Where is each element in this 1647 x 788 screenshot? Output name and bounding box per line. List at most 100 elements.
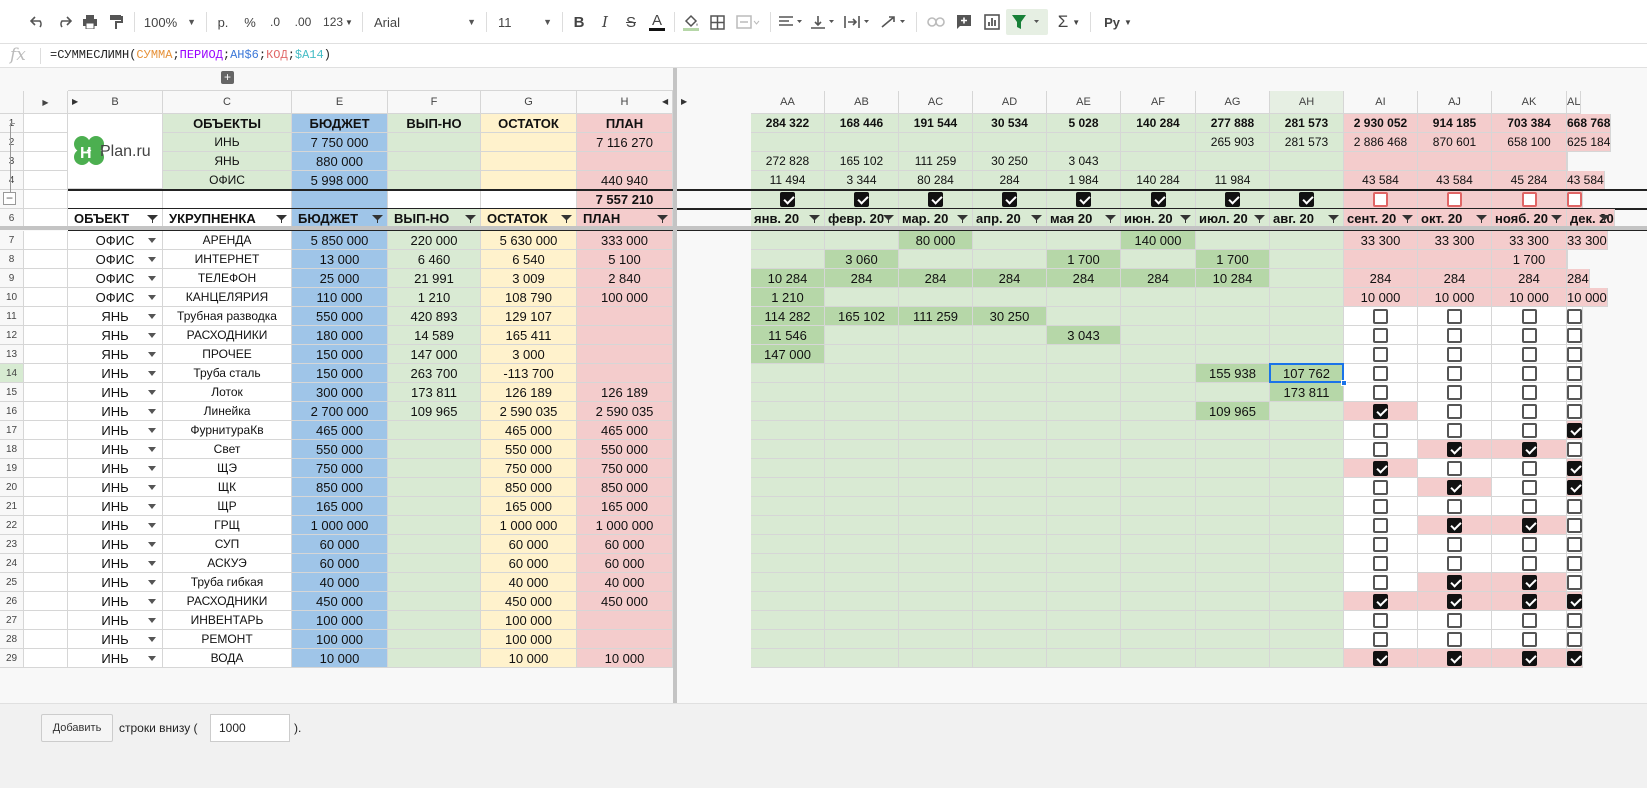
month-value-cell[interactable] — [751, 630, 825, 649]
value-cell[interactable]: 147 000 — [388, 345, 481, 364]
object-name-cell[interactable]: ОФИС — [163, 171, 292, 190]
month-summary-cell[interactable] — [1121, 133, 1196, 152]
row-header-26[interactable]: 26 — [0, 592, 24, 611]
column-header-af[interactable]: AF — [1121, 91, 1196, 114]
pay-checkbox[interactable] — [1373, 460, 1388, 476]
month-value-cell[interactable] — [1047, 592, 1121, 611]
category-cell[interactable]: ВОДА — [163, 649, 292, 668]
month-summary-cell[interactable]: 668 768 — [1567, 114, 1612, 133]
value-cell[interactable] — [388, 421, 481, 440]
period-checkbox-cell[interactable] — [825, 190, 899, 209]
month-value-cell[interactable] — [899, 516, 973, 535]
month-summary-cell[interactable]: 43 584 — [1344, 171, 1418, 190]
pay-checkbox[interactable] — [1373, 555, 1388, 571]
month-value-cell[interactable] — [973, 364, 1047, 383]
month-value-cell[interactable] — [973, 402, 1047, 421]
month-value-cell[interactable] — [899, 630, 973, 649]
month-value-cell[interactable] — [1047, 630, 1121, 649]
decrease-decimal-button[interactable]: .0 — [264, 9, 286, 35]
pay-checkbox[interactable] — [1521, 517, 1537, 533]
value-cell[interactable]: 2 590 035 — [481, 402, 577, 421]
month-plan-cell[interactable] — [1492, 440, 1567, 459]
month-value-cell[interactable] — [1121, 478, 1196, 497]
value-cell[interactable]: 850 000 — [292, 478, 388, 497]
add-rows-button[interactable]: Добавить — [41, 714, 113, 742]
pay-checkbox[interactable] — [1567, 460, 1582, 476]
pay-checkbox[interactable] — [1521, 403, 1537, 419]
category-cell[interactable]: СУП — [163, 535, 292, 554]
month-plan-cell[interactable] — [1567, 592, 1583, 611]
month-plan-cell[interactable] — [1418, 440, 1492, 459]
value-cell[interactable]: 108 790 — [481, 288, 577, 307]
month-value-cell[interactable] — [1047, 478, 1121, 497]
month-plan-cell[interactable] — [1492, 592, 1567, 611]
value-cell[interactable]: 5 850 000 — [292, 231, 388, 250]
month-value-cell[interactable] — [1121, 516, 1196, 535]
month-value-cell[interactable] — [1270, 402, 1344, 421]
month-summary-cell[interactable]: 914 185 — [1418, 114, 1492, 133]
month-value-cell[interactable]: 140 000 — [1121, 231, 1196, 250]
period-checkbox[interactable] — [1002, 191, 1017, 207]
value-cell[interactable] — [388, 611, 481, 630]
column-header-g[interactable]: G — [481, 91, 577, 114]
month-value-cell[interactable] — [1270, 459, 1344, 478]
month-value-cell[interactable]: 10 284 — [751, 269, 825, 288]
month-plan-cell[interactable] — [1418, 497, 1492, 516]
month-value-cell[interactable] — [899, 497, 973, 516]
month-plan-cell[interactable] — [1567, 402, 1583, 421]
month-value-cell[interactable] — [1047, 364, 1121, 383]
month-summary-cell[interactable]: 625 184 — [1567, 133, 1612, 152]
month-value-cell[interactable] — [1121, 364, 1196, 383]
month-value-cell[interactable] — [973, 383, 1047, 402]
cell-empty[interactable] — [24, 364, 68, 383]
month-value-cell[interactable] — [1121, 554, 1196, 573]
pay-checkbox[interactable] — [1447, 555, 1462, 571]
month-plan-cell[interactable] — [1418, 611, 1492, 630]
month-plan-cell[interactable]: 33 300 — [1344, 231, 1418, 250]
expand-arrow-icon[interactable]: ▶ — [681, 97, 687, 106]
add-rows-count-input[interactable] — [210, 714, 290, 742]
value-cell[interactable]: 25 000 — [292, 269, 388, 288]
cell-empty[interactable] — [24, 592, 68, 611]
month-plan-cell[interactable] — [1567, 326, 1583, 345]
filter-icon[interactable] — [657, 215, 668, 223]
pay-checkbox[interactable] — [1447, 593, 1462, 609]
summary-cell[interactable]: БЮДЖЕТ — [292, 114, 388, 133]
month-plan-cell[interactable] — [1344, 573, 1418, 592]
value-cell[interactable]: 165 411 — [481, 326, 577, 345]
pay-checkbox[interactable] — [1567, 308, 1582, 324]
month-plan-cell[interactable] — [1418, 345, 1492, 364]
month-summary-cell[interactable] — [1567, 152, 1568, 171]
month-value-cell[interactable]: 114 282 — [751, 307, 825, 326]
value-cell[interactable]: 750 000 — [481, 459, 577, 478]
cell-empty[interactable] — [24, 152, 68, 171]
value-cell[interactable]: 2 590 035 — [577, 402, 673, 421]
period-checkbox-cell[interactable] — [1270, 190, 1344, 209]
month-value-cell[interactable] — [825, 364, 899, 383]
month-value-cell[interactable] — [1121, 459, 1196, 478]
font-select[interactable]: Arial ▼ — [370, 9, 480, 35]
value-cell[interactable]: 109 965 — [388, 402, 481, 421]
month-summary-cell[interactable]: 5 028 — [1047, 114, 1121, 133]
month-value-cell[interactable] — [1047, 440, 1121, 459]
object-dropdown[interactable]: ИНЬ — [68, 459, 163, 478]
month-plan-cell[interactable]: 10 000 — [1418, 288, 1492, 307]
object-name-cell[interactable]: ЯНЬ — [163, 152, 292, 171]
row-header-7[interactable]: 7 — [0, 231, 24, 250]
month-value-cell[interactable] — [1270, 535, 1344, 554]
cell-empty[interactable] — [24, 288, 68, 307]
month-value-cell[interactable] — [1196, 345, 1270, 364]
month-plan-cell[interactable] — [1418, 402, 1492, 421]
month-value-cell[interactable] — [825, 345, 899, 364]
month-plan-cell[interactable] — [1344, 440, 1418, 459]
cell-empty[interactable] — [24, 516, 68, 535]
value-cell[interactable]: 850 000 — [481, 478, 577, 497]
summary-cell[interactable] — [388, 171, 481, 190]
column-header-e[interactable]: E — [292, 91, 388, 114]
month-summary-cell[interactable] — [1344, 152, 1418, 171]
pay-checkbox[interactable] — [1447, 403, 1462, 419]
dropdown-arrow-icon[interactable] — [148, 504, 156, 509]
month-value-cell[interactable] — [1196, 326, 1270, 345]
month-summary-cell[interactable]: 43 584 — [1567, 171, 1605, 190]
month-value-cell[interactable] — [1121, 630, 1196, 649]
